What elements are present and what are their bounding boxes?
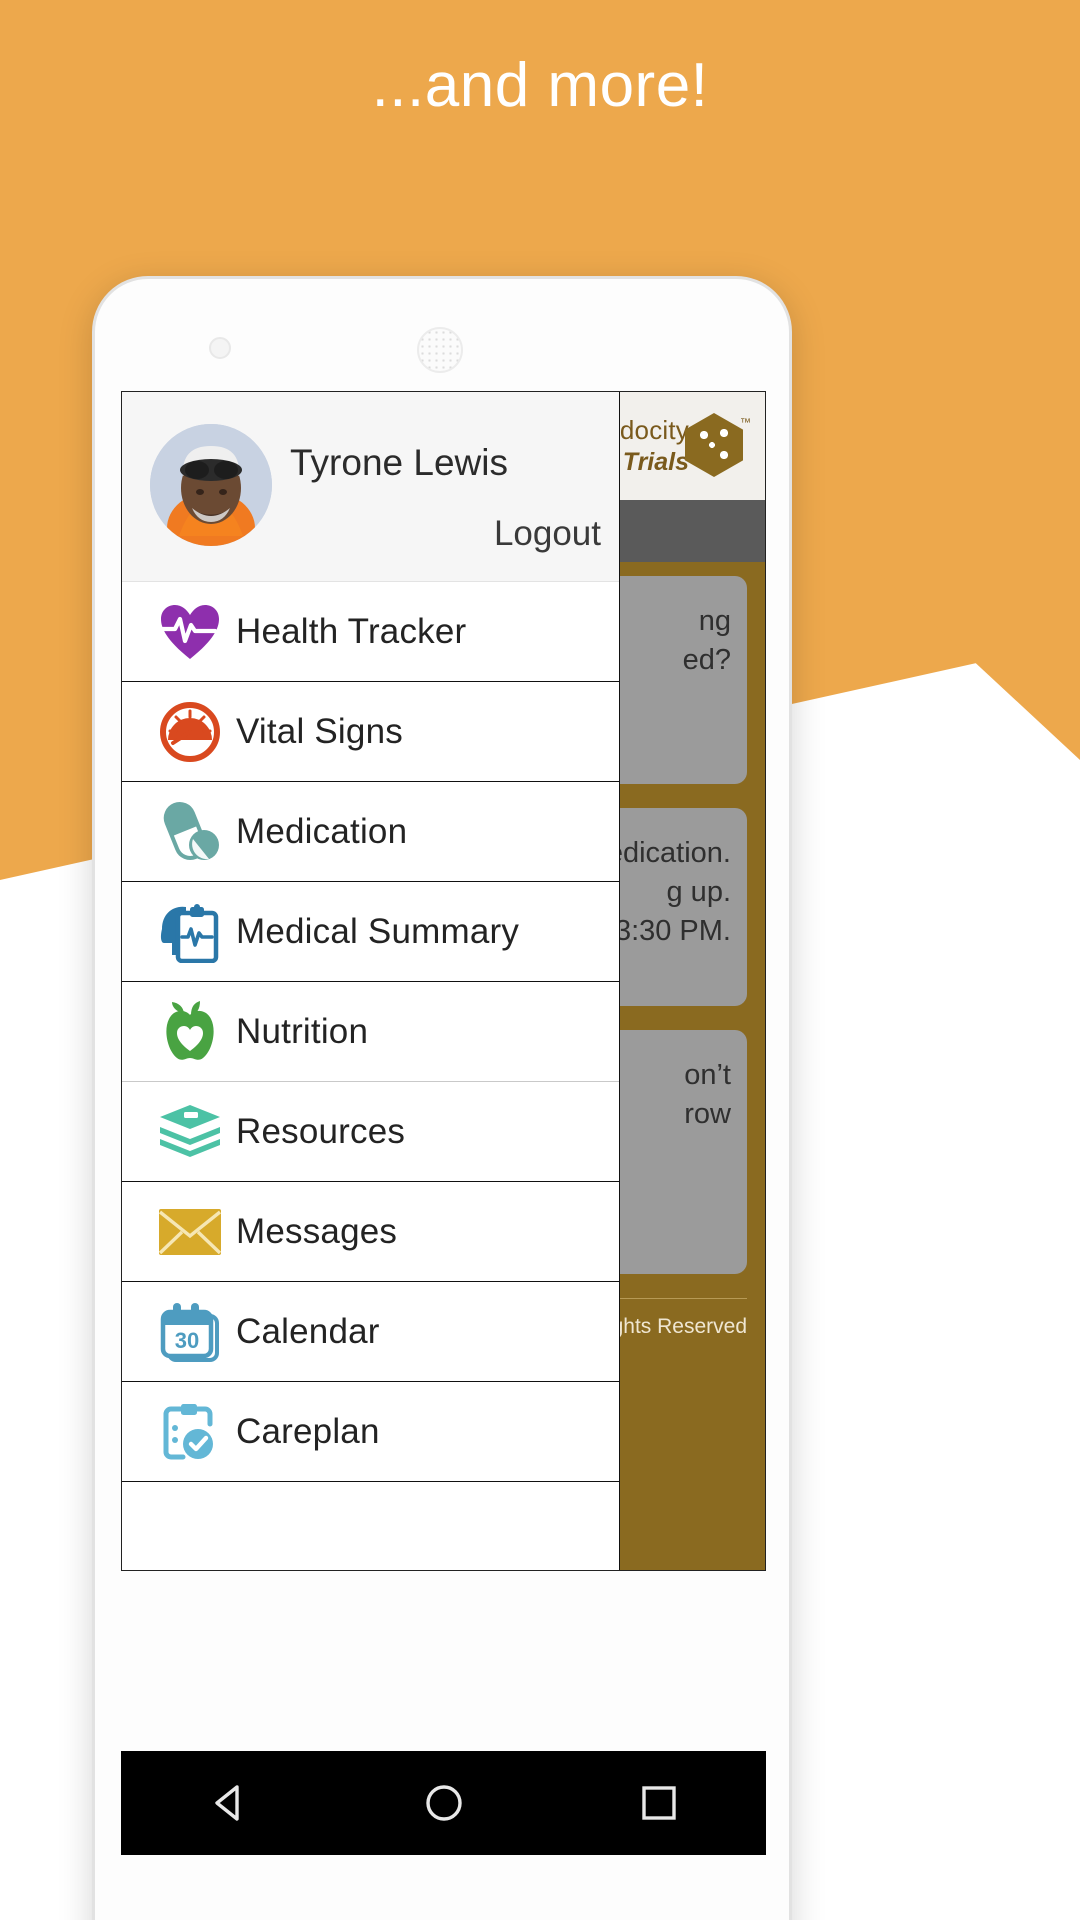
menu-label: Careplan [236, 1411, 380, 1451]
power-button[interactable] [789, 479, 792, 553]
promo-page: ...and more! ™ medocity Clinical Trials [0, 0, 1080, 1920]
drawer-menu: Health Tracker Vital Signs Medication Me… [122, 582, 619, 1570]
heart-pulse-icon [144, 603, 236, 661]
menu-item-calendar[interactable]: 30 Calendar [122, 1282, 619, 1382]
speaker-grille-icon [417, 327, 463, 373]
menu-item-medication[interactable]: Medication [122, 782, 619, 882]
drawer-profile-header: Tyrone Lewis Logout [122, 392, 619, 582]
menu-item-messages[interactable]: Messages [122, 1182, 619, 1282]
recents-icon[interactable] [629, 1773, 689, 1833]
android-navigation-bar [121, 1751, 766, 1855]
menu-item-resources[interactable]: Resources [122, 1082, 619, 1182]
head-clipboard-icon [144, 901, 236, 963]
menu-item-health-tracker[interactable]: Health Tracker [122, 582, 619, 682]
camera-icon [209, 337, 231, 359]
trademark-symbol: ™ [740, 417, 751, 429]
medocity-logo-icon [685, 413, 743, 477]
envelope-icon [144, 1208, 236, 1256]
volume-button[interactable] [92, 534, 95, 652]
profile-name: Tyrone Lewis [290, 442, 508, 483]
phone-mockup: ™ medocity Clinical Trials nged? edicati… [92, 276, 792, 1920]
promo-headline: ...and more! [371, 51, 709, 120]
menu-item-vital-signs[interactable]: Vital Signs [122, 682, 619, 782]
navigation-drawer: Tyrone Lewis Logout Health Tracker Vital… [122, 392, 620, 1570]
books-stack-icon [144, 1103, 236, 1161]
menu-label: Resources [236, 1111, 406, 1151]
home-icon[interactable] [414, 1773, 474, 1833]
clipboard-check-icon [144, 1402, 236, 1462]
menu-label: Vital Signs [236, 711, 403, 751]
pill-icon [144, 801, 236, 863]
calendar-icon: 30 [144, 1302, 236, 1362]
menu-label: Health Tracker [236, 611, 467, 651]
menu-item-nutrition[interactable]: Nutrition [122, 982, 619, 1082]
menu-label: Messages [236, 1211, 398, 1251]
menu-label: Medication [236, 811, 408, 851]
calendar-badge: 30 [175, 1328, 199, 1353]
avatar [150, 424, 272, 546]
logout-button[interactable]: Logout [494, 514, 601, 554]
menu-item-medical-summary[interactable]: Medical Summary [122, 882, 619, 982]
apple-heart-icon [144, 1000, 236, 1063]
gauge-icon [144, 701, 236, 762]
menu-label: Nutrition [236, 1011, 369, 1051]
menu-label: Calendar [236, 1311, 380, 1351]
back-icon[interactable] [199, 1773, 259, 1833]
menu-item-careplan[interactable]: Careplan [122, 1382, 619, 1482]
phone-screen: ™ medocity Clinical Trials nged? edicati… [121, 391, 766, 1571]
menu-label: Medical Summary [236, 911, 520, 951]
